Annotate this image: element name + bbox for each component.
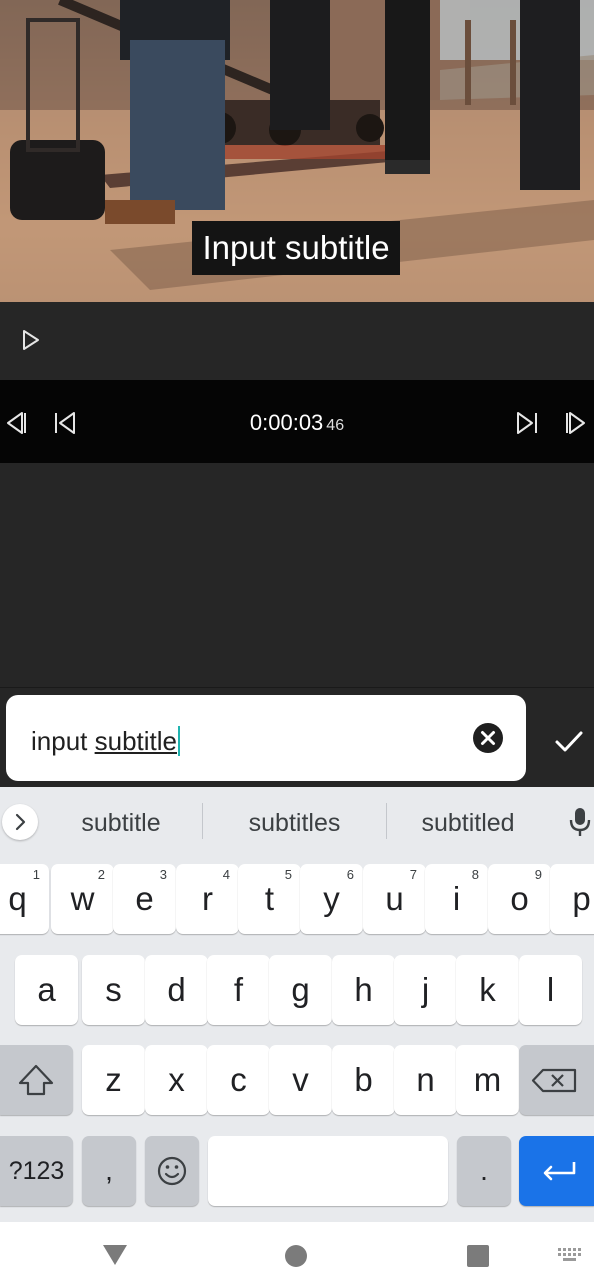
key-p[interactable]: p0 [550,864,594,934]
suggestion-1[interactable]: subtitle [56,807,186,839]
backspace-icon [531,1068,577,1093]
key-number-hint: 9 [534,867,542,882]
key-number-hint: 6 [346,867,354,882]
key-label: o [510,880,529,917]
key-v[interactable]: v [269,1045,332,1115]
enter-key[interactable] [519,1136,594,1206]
key-a[interactable]: a [15,955,78,1025]
frame-count: 46 [326,417,345,434]
key-u[interactable]: u7 [363,864,426,934]
playback-row [0,302,594,380]
backspace-key[interactable] [519,1045,594,1115]
subtitle-input-row: input subtitle [0,687,594,788]
key-c[interactable]: c [207,1045,270,1115]
key-label: e [135,880,154,917]
microphone-icon[interactable] [567,806,593,838]
key-number-hint: 1 [32,867,40,882]
suggestion-3[interactable]: subtitled [403,807,533,839]
key-i[interactable]: i8 [425,864,488,934]
expand-toolbar-button[interactable] [2,804,38,840]
suggestion-divider [386,803,387,839]
key-w[interactable]: w2 [51,864,114,934]
key-o[interactable]: o9 [488,864,551,934]
key-m[interactable]: m [456,1045,519,1115]
key-f[interactable]: f [207,955,270,1025]
key-y[interactable]: y6 [300,864,363,934]
timeline-navigation: 0:00:03 46 [0,380,594,463]
period-key-label: . [480,1155,488,1186]
timecode: 0:00:03 [249,410,324,435]
key-z[interactable]: z [82,1045,145,1115]
key-label: i [452,880,461,917]
key-number-hint: 7 [409,867,417,882]
input-composing-word: subtitle [94,726,177,756]
subtitle-input-text[interactable]: input subtitle [31,725,180,757]
key-label: p [572,880,591,917]
text-caret [178,726,180,756]
timecode-display: 0:00:03 46 [0,409,594,440]
period-key[interactable]: . [457,1136,511,1206]
key-e[interactable]: e3 [113,864,176,934]
system-navigation-bar [0,1222,594,1286]
shift-arrow-icon [18,1064,54,1096]
key-b[interactable]: b [332,1045,395,1115]
key-number-hint: 3 [159,867,167,882]
play-icon[interactable] [20,328,42,352]
key-label: u [385,880,404,917]
key-s[interactable]: s [82,955,145,1025]
key-r[interactable]: r4 [176,864,239,934]
key-number-hint: 4 [222,867,230,882]
key-label: t [264,880,275,917]
subtitle-input[interactable]: input subtitle [6,695,526,781]
comma-key[interactable]: , [82,1136,136,1206]
recents-square-icon[interactable] [466,1244,490,1268]
key-q[interactable]: q1 [0,864,49,934]
key-j[interactable]: j [394,955,457,1025]
back-triangle-icon[interactable] [102,1244,128,1266]
key-number-hint: 8 [471,867,479,882]
home-circle-icon[interactable] [284,1244,308,1268]
key-g[interactable]: g [269,955,332,1025]
key-t[interactable]: t5 [238,864,301,934]
chevron-right-icon [15,813,26,831]
shift-key[interactable] [0,1045,73,1115]
space-bar[interactable] [208,1136,448,1206]
emoji-key[interactable] [145,1136,199,1206]
comma-key-label: , [105,1155,113,1186]
soft-keyboard: subtitle subtitles subtitled q1w2e3r4t5y… [0,787,594,1222]
confirm-check-icon[interactable] [553,725,585,757]
suggestion-2[interactable]: subtitles [222,807,367,839]
emoji-smiley-icon [157,1156,187,1186]
suggestion-bar: subtitle subtitles subtitled [0,787,594,857]
timeline-area [0,463,594,687]
key-number-hint: 5 [284,867,292,882]
key-k[interactable]: k [456,955,519,1025]
video-preview[interactable]: Input subtitle [0,0,594,302]
key-h[interactable]: h [332,955,395,1025]
key-x[interactable]: x [145,1045,208,1115]
subtitle-overlay[interactable]: Input subtitle [192,221,400,275]
key-number-hint: 2 [97,867,105,882]
enter-arrow-icon [543,1162,576,1181]
key-d[interactable]: d [145,955,208,1025]
clear-icon[interactable] [472,722,504,754]
key-label: y [323,880,340,917]
key-label: w [70,880,95,917]
input-prefix: input [31,726,95,756]
jump-to-end-icon[interactable] [514,409,540,437]
keyboard-switch-icon[interactable] [556,1246,584,1264]
key-l[interactable]: l [519,955,582,1025]
key-n[interactable]: n [394,1045,457,1115]
symbols-key[interactable]: ?123 [0,1136,73,1206]
suggestion-divider [202,803,203,839]
key-label: r [202,880,213,917]
key-label: q [8,880,27,917]
next-frame-icon[interactable] [564,409,590,437]
